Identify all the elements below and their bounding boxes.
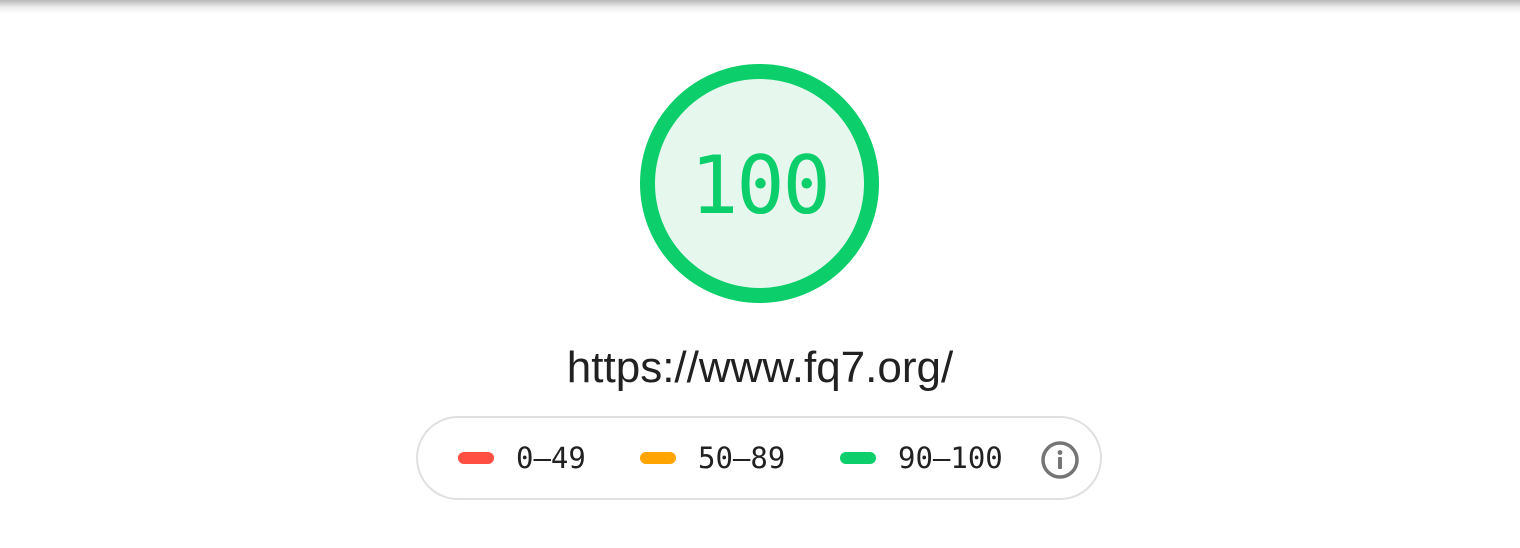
tested-url: https://www.fq7.org/ bbox=[566, 343, 954, 392]
top-bar-shadow bbox=[0, 0, 1520, 14]
fail-swatch bbox=[458, 452, 494, 464]
legend-label-fail: 0–49 bbox=[516, 441, 586, 475]
legend-label-pass: 90–100 bbox=[898, 441, 1003, 475]
legend-item-average: 50–89 bbox=[640, 418, 785, 498]
legend-item-pass: 90–100 bbox=[840, 418, 1003, 498]
score-gauge: 100 bbox=[639, 63, 880, 304]
average-swatch bbox=[640, 452, 676, 464]
info-icon[interactable] bbox=[1040, 440, 1080, 480]
pass-swatch bbox=[840, 452, 876, 464]
legend-item-fail: 0–49 bbox=[458, 418, 586, 498]
score-value: 100 bbox=[690, 139, 831, 232]
legend-label-average: 50–89 bbox=[698, 441, 786, 475]
score-scale-legend: 0–49 50–89 90–100 bbox=[416, 416, 1102, 500]
